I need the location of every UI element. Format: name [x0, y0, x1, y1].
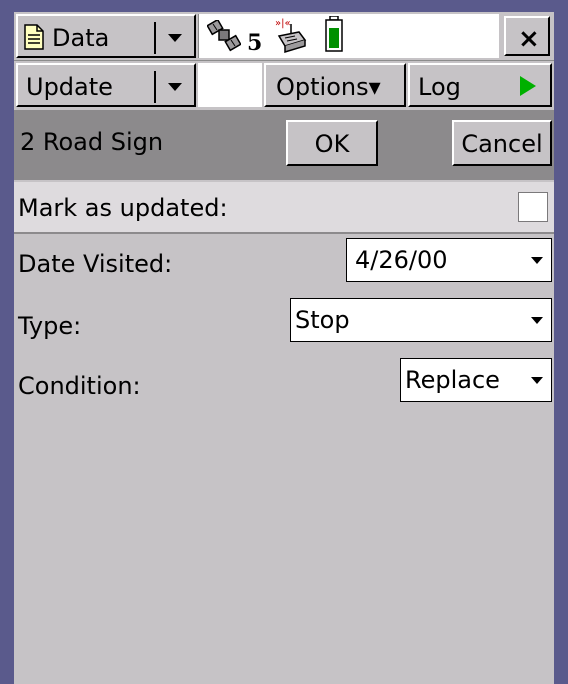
condition-label: Condition: [18, 372, 141, 400]
feature-bar: 2 Road Sign OK Cancel [14, 110, 554, 180]
condition-value: Replace [405, 366, 500, 394]
document-icon [24, 24, 44, 50]
options-menu-button[interactable]: Options▾ [264, 63, 406, 107]
data-menu-label: Data [52, 24, 110, 52]
date-visited-value: 4/26/00 [355, 246, 448, 274]
feature-title: 2 Road Sign [20, 128, 164, 156]
type-label: Type: [18, 312, 82, 340]
close-icon: × [518, 24, 540, 54]
type-dropdown[interactable]: Stop [290, 298, 552, 342]
mark-updated-label: Mark as updated: [18, 194, 228, 222]
update-mode-label: Update [26, 73, 113, 101]
cancel-label: Cancel [461, 130, 543, 158]
condition-dropdown[interactable]: Replace [400, 358, 552, 402]
ok-button[interactable]: OK [286, 120, 378, 166]
mark-updated-checkbox[interactable] [518, 192, 548, 222]
data-menu-button[interactable]: Data [16, 14, 196, 58]
update-mode-dropdown[interactable]: Update [16, 63, 196, 107]
chevron-down-icon[interactable] [168, 83, 182, 91]
toolbar: Update Options▾ Log [14, 61, 554, 109]
chevron-down-icon [531, 317, 543, 324]
svg-text:»|«: »|« [275, 18, 291, 29]
mark-updated-row: Mark as updated: [14, 182, 554, 234]
options-label: Options▾ [276, 73, 381, 101]
chevron-down-icon[interactable] [168, 34, 182, 42]
status-area: 5 »|« [198, 14, 499, 58]
log-label: Log [418, 73, 461, 101]
app-window: Data 5 »|« × Update Options▾ Log 2 Road … [14, 12, 554, 684]
chevron-down-icon [531, 377, 543, 384]
gps-receiver-icon[interactable]: »|« [273, 16, 309, 54]
date-visited-dropdown[interactable]: 4/26/00 [346, 238, 552, 282]
ok-label: OK [314, 130, 350, 158]
chevron-down-icon [531, 257, 543, 264]
separator [154, 71, 156, 103]
blank-status-cell [198, 63, 262, 107]
close-button[interactable]: × [504, 16, 550, 56]
cancel-button[interactable]: Cancel [452, 120, 552, 166]
date-visited-label: Date Visited: [18, 250, 173, 278]
battery-icon[interactable] [325, 16, 343, 52]
log-button[interactable]: Log [408, 63, 552, 107]
separator [154, 22, 156, 54]
title-bar: Data 5 »|« × [14, 12, 554, 61]
type-value: Stop [295, 306, 350, 334]
play-icon [520, 76, 536, 96]
satellite-count: 5 [247, 30, 263, 56]
satellite-icon[interactable] [207, 20, 241, 52]
